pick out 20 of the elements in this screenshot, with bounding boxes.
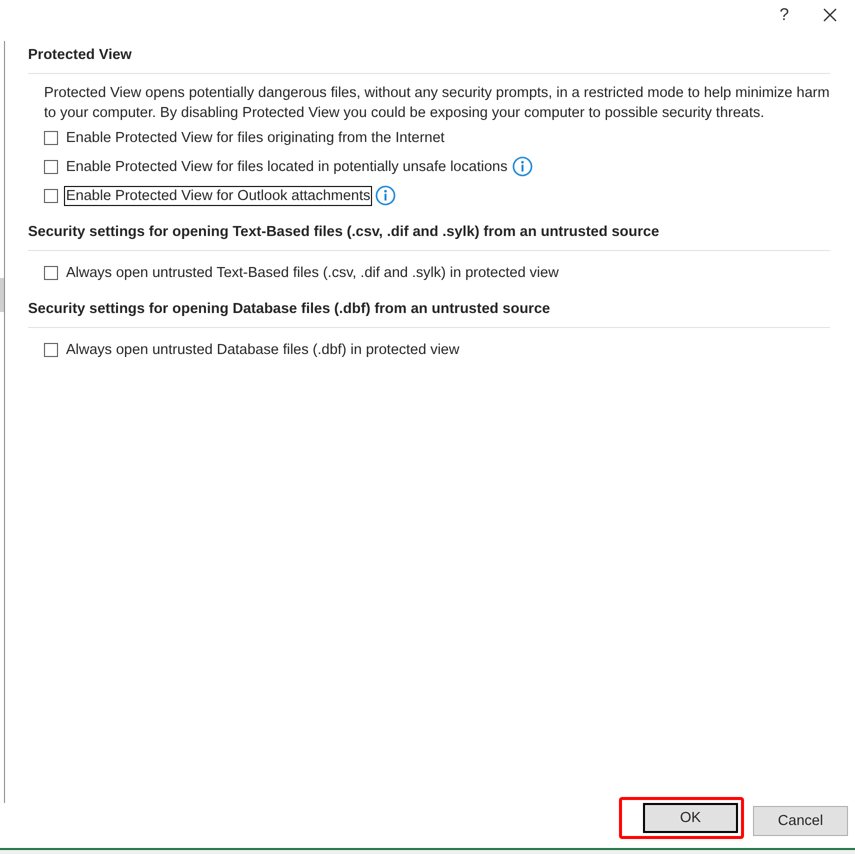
checkbox-label[interactable]: Enable Protected View for Outlook attachments [64, 186, 372, 206]
info-icon[interactable] [375, 185, 396, 206]
close-icon[interactable] [823, 8, 837, 22]
checkbox-label[interactable]: Always open untrusted Database files (.dbf) in protected view [64, 340, 462, 360]
section-heading: Security settings for opening Database files (.dbf) from an untrusted source [28, 301, 830, 328]
checkbox-label[interactable]: Always open untrusted Text-Based files (.csv, .dif and .sylk) in protected view [64, 262, 561, 283]
dialog-button[interactable]: Cancel [753, 806, 848, 836]
checkbox-label[interactable]: Enable Protected View for files originating from the Internet [64, 128, 447, 148]
help-button[interactable]: ? [776, 4, 793, 24]
section-heading: Protected View [28, 47, 830, 74]
checkbox[interactable] [44, 130, 58, 145]
checkbox-label[interactable]: Enable Protected View for files located in potentially unsafe locations [64, 156, 510, 177]
description-text: Protected View opens potentially dangerous files, without any security prompts, in a restricted mode to help minimize harm to your computer. By disabling Protected View you could be exposing your computer to possible security threats. [44, 84, 830, 124]
checkbox[interactable] [44, 188, 58, 203]
section-heading: Security settings for opening Text-Based files (.csv, .dif and .sylk) from an untrusted source [28, 224, 830, 252]
checkbox[interactable] [44, 342, 58, 357]
info-icon[interactable] [512, 156, 534, 178]
checkbox[interactable] [44, 160, 58, 174]
dialog-button[interactable]: OK [643, 803, 738, 834]
checkbox[interactable] [44, 266, 58, 280]
